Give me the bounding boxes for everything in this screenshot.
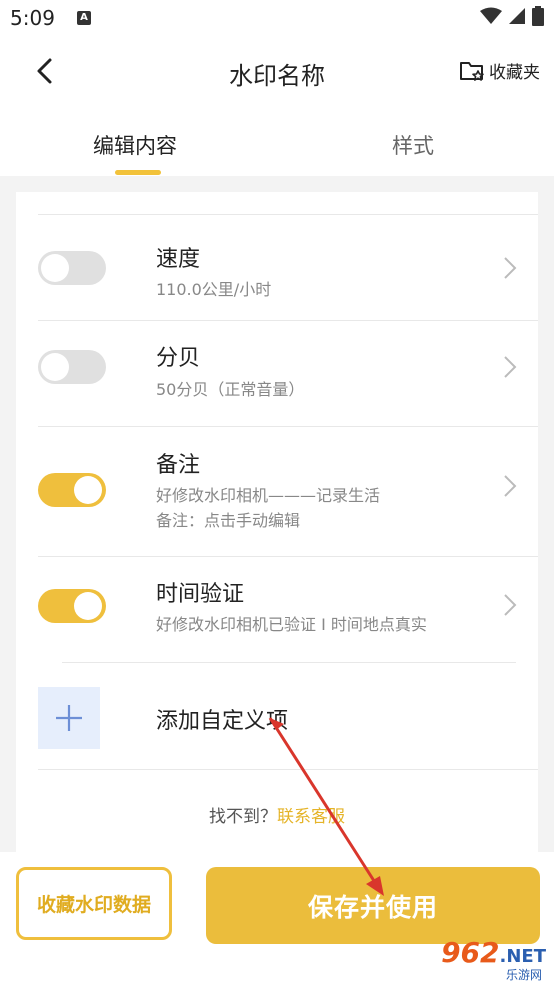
wifi-icon — [480, 7, 502, 24]
save-and-use-button[interactable]: 保存并使用 — [206, 867, 540, 944]
collect-watermark-button[interactable]: 收藏水印数据 — [16, 867, 172, 940]
site-watermark-logo: 962.NET — [441, 936, 546, 969]
status-bar: 5:09 A — [0, 0, 554, 36]
status-time: 5:09 — [10, 6, 55, 30]
tab-edit-content[interactable]: 编辑内容 — [93, 130, 177, 160]
row-subtitle: 110.0公里/小时 — [156, 280, 272, 299]
divider — [38, 769, 538, 770]
watermark-net: .NET — [499, 946, 546, 967]
divider — [62, 662, 516, 663]
row-title: 备注 — [156, 453, 201, 478]
row-subtitle: 50分贝（正常音量） — [156, 380, 305, 399]
add-custom-button[interactable] — [38, 687, 100, 749]
toggle-knob — [74, 476, 102, 504]
row-title: 分贝 — [156, 346, 201, 371]
row-subtitle: 好修改水印相机———记录生活 — [156, 486, 381, 505]
row-title: 时间验证 — [156, 582, 245, 607]
chevron-right-icon — [504, 356, 517, 378]
list-item-note[interactable]: 备注 好修改水印相机———记录生活 备注：点击手动编辑 — [16, 426, 538, 556]
help-prefix: 找不到？ — [209, 807, 277, 827]
add-custom-label[interactable]: 添加自定义项 — [156, 703, 288, 735]
chevron-right-icon — [504, 257, 517, 279]
watermark-brand: 962 — [441, 936, 500, 969]
app-header: 水印名称 收藏夹 — [0, 36, 554, 108]
help-text: 找不到？联系客服 — [16, 802, 538, 827]
time-verify-toggle[interactable] — [38, 589, 106, 623]
decibel-toggle[interactable] — [38, 350, 106, 384]
site-watermark-sub: 乐游网 — [505, 968, 542, 982]
contact-support-link[interactable]: 联系客服 — [277, 807, 345, 827]
folder-star-icon — [460, 61, 484, 81]
list-item-time-verify[interactable]: 时间验证 好修改水印相机已验证 I 时间地点真实 — [16, 556, 538, 662]
note-toggle[interactable] — [38, 473, 106, 507]
battery-icon — [532, 6, 544, 26]
favorites-button[interactable]: 收藏夹 — [459, 58, 540, 83]
toggle-knob — [41, 254, 69, 282]
tab-style[interactable]: 样式 — [392, 130, 434, 160]
chevron-right-icon — [504, 475, 517, 497]
list-item-decibel[interactable]: 分贝 50分贝（正常音量） — [16, 320, 538, 426]
toggle-knob — [74, 592, 102, 620]
list-item-speed[interactable]: 速度 110.0公里/小时 — [16, 214, 538, 320]
toggle-knob — [41, 353, 69, 381]
row-subtitle-2: 备注：点击手动编辑 — [156, 511, 301, 530]
items-card: 速度 110.0公里/小时 分贝 50分贝（正常音量） 备注 好修改水印相机——… — [16, 192, 538, 892]
plus-icon — [56, 705, 82, 731]
status-icons — [480, 6, 544, 26]
tab-bar: 编辑内容 样式 — [0, 108, 554, 176]
chevron-right-icon — [504, 594, 517, 616]
speed-toggle[interactable] — [38, 251, 106, 285]
favorites-label: 收藏夹 — [489, 63, 540, 83]
notification-icon: A — [77, 11, 91, 25]
active-tab-indicator — [115, 170, 161, 175]
row-subtitle: 好修改水印相机已验证 I 时间地点真实 — [156, 615, 427, 634]
signal-icon — [509, 8, 525, 24]
row-title: 速度 — [156, 247, 201, 272]
content-area: 速度 110.0公里/小时 分贝 50分贝（正常音量） 备注 好修改水印相机——… — [0, 176, 554, 892]
